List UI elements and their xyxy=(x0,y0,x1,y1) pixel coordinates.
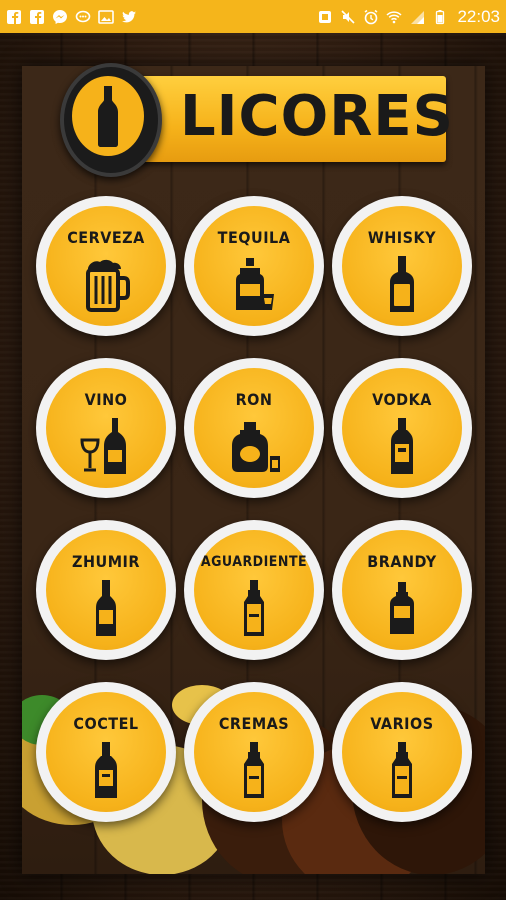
messenger-icon xyxy=(52,9,68,25)
rum-bottle-icon xyxy=(224,414,284,476)
sim-icon xyxy=(317,9,333,25)
whisky-bottle-icon xyxy=(372,252,432,314)
clock: 22:03 xyxy=(457,6,500,26)
category-label: RON xyxy=(235,390,273,409)
category-label: WHISKY xyxy=(367,228,437,247)
category-label: CERVEZA xyxy=(67,228,145,247)
category-label: COCTEL xyxy=(73,714,139,733)
signal-icon xyxy=(409,9,425,25)
wifi-icon xyxy=(386,9,402,25)
wine-icon xyxy=(76,414,136,476)
status-bar: 22:03 xyxy=(0,0,506,33)
category-vino[interactable]: VINO xyxy=(36,358,176,498)
tequila-bottle-icon xyxy=(224,252,284,314)
mute-icon xyxy=(340,9,356,25)
image-icon xyxy=(98,9,114,25)
category-label: VODKA xyxy=(372,390,432,409)
category-label: VINO xyxy=(84,390,128,409)
facebook-icon xyxy=(6,9,22,25)
category-label: AGUARDIENTE xyxy=(200,554,308,570)
category-tequila[interactable]: TEQUILA xyxy=(184,196,324,336)
category-varios[interactable]: VARIOS xyxy=(332,682,472,822)
facebook-icon xyxy=(29,9,45,25)
category-label: BRANDY xyxy=(367,552,437,571)
category-label: CREMAS xyxy=(218,714,290,733)
bottle-icon xyxy=(72,76,144,156)
beer-mug-icon xyxy=(76,252,136,314)
coctel-bottle-icon xyxy=(76,738,136,800)
category-cremas[interactable]: CREMAS xyxy=(184,682,324,822)
varios-bottle-icon xyxy=(372,738,432,800)
notification-icons xyxy=(6,9,137,25)
cremas-bottle-icon xyxy=(224,738,284,800)
category-whisky[interactable]: WHISKY xyxy=(332,196,472,336)
system-icons: 22:03 xyxy=(317,7,500,27)
category-label: TEQUILA xyxy=(217,228,291,247)
category-vodka[interactable]: VODKA xyxy=(332,358,472,498)
vodka-bottle-icon xyxy=(372,414,432,476)
brandy-bottle-icon xyxy=(372,576,432,638)
category-cerveza[interactable]: CERVEZA xyxy=(36,196,176,336)
category-label: VARIOS xyxy=(370,714,434,733)
page-title: LICORES xyxy=(180,84,454,149)
category-ron[interactable]: RON xyxy=(184,358,324,498)
category-aguardiente[interactable]: AGUARDIENTE xyxy=(184,520,324,660)
category-zhumir[interactable]: ZHUMIR xyxy=(36,520,176,660)
category-brandy[interactable]: BRANDY xyxy=(332,520,472,660)
chat-icon xyxy=(75,9,91,25)
aguardiente-bottle-icon xyxy=(224,576,284,638)
zhumir-bottle-icon xyxy=(76,576,136,638)
battery-icon xyxy=(432,9,448,25)
category-label: ZHUMIR xyxy=(72,552,140,571)
category-coctel[interactable]: COCTEL xyxy=(36,682,176,822)
alarm-icon xyxy=(363,9,379,25)
twitter-icon xyxy=(121,9,137,25)
